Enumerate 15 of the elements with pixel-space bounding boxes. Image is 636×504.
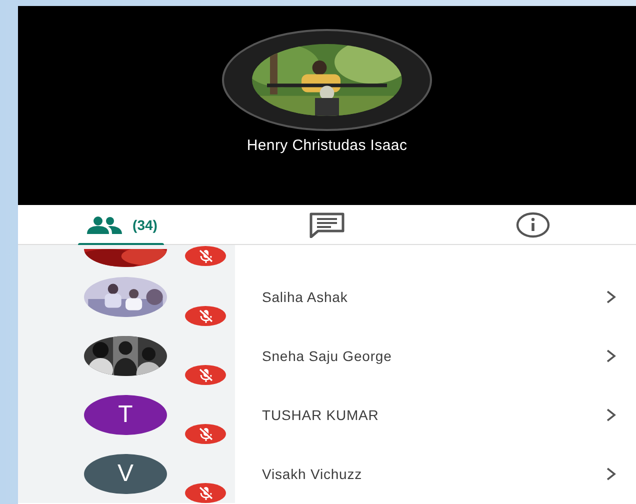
tab[interactable]: (34) — [18, 205, 224, 244]
letter-avatar: V — [84, 454, 167, 494]
info-icon — [516, 212, 550, 238]
chat-icon — [309, 212, 345, 238]
participant-name: Sneha Saju George — [262, 348, 393, 364]
participant-name: Visakh Vichuzz — [262, 466, 364, 482]
letter-avatar: T — [84, 394, 167, 434]
people-icon — [84, 216, 123, 234]
participant-name: Saliha Ashak — [262, 288, 349, 304]
chevron-right-icon[interactable] — [606, 290, 616, 304]
chevron-right-icon[interactable] — [606, 466, 616, 480]
chevron-right-icon[interactable] — [606, 348, 616, 362]
participant-name: Henry Christudas Isaac — [246, 137, 408, 154]
chevron-right-icon[interactable] — [606, 408, 616, 422]
participant-name: TUSHAR KUMAR — [262, 406, 380, 422]
